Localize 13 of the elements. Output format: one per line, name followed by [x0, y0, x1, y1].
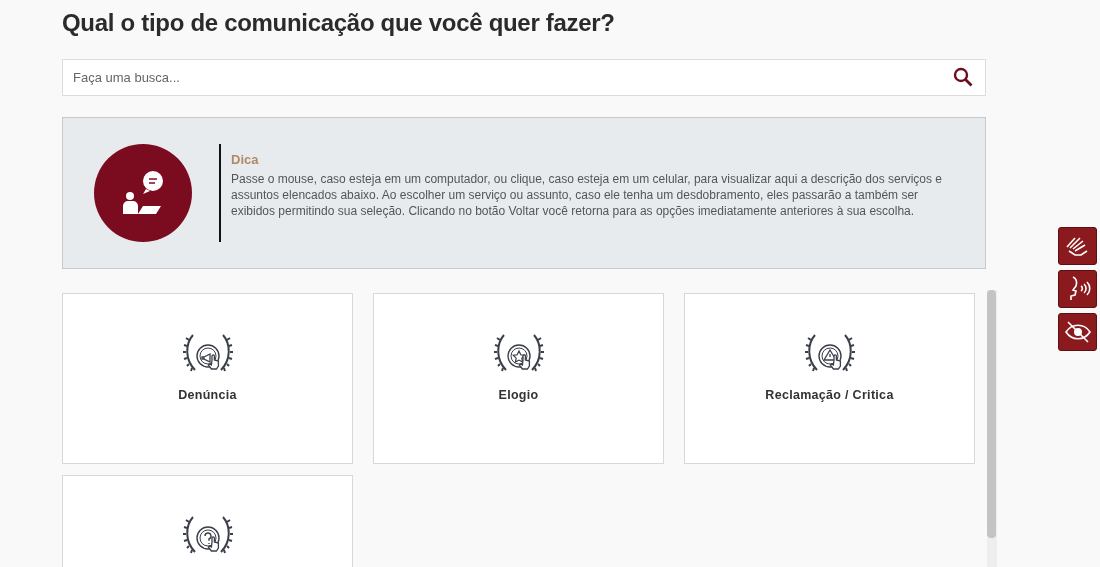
option-card[interactable]: Elogio — [373, 293, 664, 464]
accessibility-button[interactable] — [1058, 270, 1097, 308]
accessibility-button[interactable] — [1058, 313, 1097, 351]
tip-title: Dica — [231, 152, 260, 167]
option-card[interactable]: Reclamação / Critica — [684, 293, 975, 464]
tip-text: Passe o mouse, caso esteja em um computador, ou clique, caso esteja em um celular, para visualizar aqui a descrição dos serviços e assuntos elencados abaixo. Ao escolher um serviço ou assunto, caso ele tenha um desdobramento, eles passarão a também ser exibidos permitindo sua seleção. Clicando no botão Voltar você retorna para as opções imediatamente anteriores à sua escolha. — [231, 171, 944, 219]
scrollbar-thumb[interactable] — [987, 290, 996, 538]
accessibility-button[interactable] — [1058, 227, 1097, 265]
option-card[interactable]: Denúncia — [62, 293, 353, 464]
eye-slash-icon — [1062, 319, 1093, 345]
search-icon — [953, 67, 973, 87]
search-field[interactable]: Faça uma busca... — [62, 59, 986, 96]
page-heading: Qual o tipo de comunicação que você quer fazer? — [62, 8, 616, 38]
